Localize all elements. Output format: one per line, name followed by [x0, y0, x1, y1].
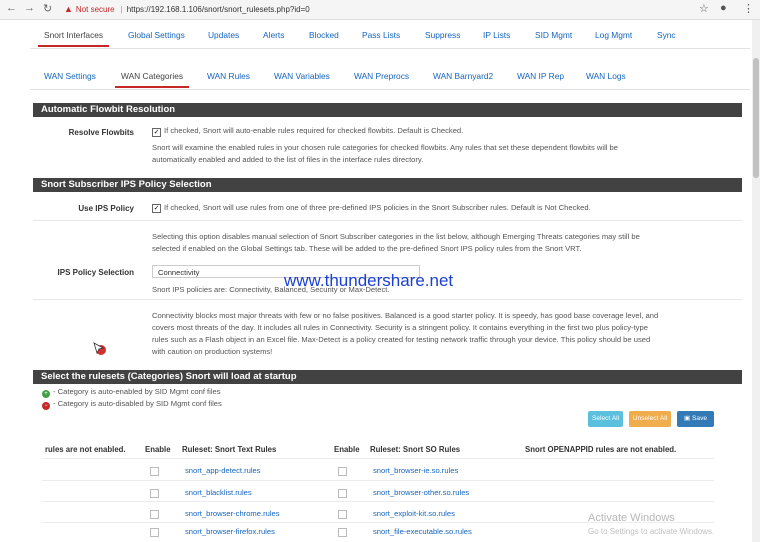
mouse-cursor-icon: [93, 342, 106, 355]
address-bar[interactable]: ▲ Not secure | https://192.168.1.106/snort/…: [64, 2, 714, 17]
text-rule-link[interactable]: snort_browser-firefox.rules: [185, 527, 275, 536]
account-icon[interactable]: ●: [720, 2, 727, 14]
so-rule-checkbox[interactable]: [338, 510, 347, 519]
legend-disabled: − - Category is auto-disabled by SID Mgmt…: [42, 399, 222, 410]
interface-tabs-divider: [30, 89, 750, 90]
url-text[interactable]: https://192.168.1.106/snort/snort_rulese…: [127, 5, 310, 14]
col-text-rules: Ruleset: Snort Text Rules: [182, 445, 277, 454]
tab-wan-barnyard2[interactable]: WAN Barnyard2: [433, 71, 493, 81]
tab-wan-logs[interactable]: WAN Logs: [586, 71, 626, 81]
flowbit-help-line-1: Snort will examine the enabled rules in …: [152, 143, 619, 152]
unselect-all-button[interactable]: Unselect All: [629, 411, 671, 427]
col-enable-text: Enable: [145, 445, 171, 454]
text-rule-link[interactable]: snort_blacklist.rules: [185, 488, 252, 497]
ips-help-line-1: Selecting this option disables manual se…: [152, 232, 640, 241]
so-rule-link[interactable]: snort_exploit-kit.so.rules: [373, 509, 455, 518]
warning-icon: ▲: [64, 4, 73, 14]
tab-global-settings[interactable]: Global Settings: [128, 30, 185, 40]
reload-icon[interactable]: ↻: [43, 2, 52, 15]
tab-snort-interfaces[interactable]: Snort Interfaces: [38, 30, 110, 47]
so-rule-link[interactable]: snort_browser-other.so.rules: [373, 488, 469, 497]
resolve-flowbits-checkbox[interactable]: ✓: [152, 128, 161, 137]
security-label: Not secure: [75, 5, 115, 14]
text-rule-checkbox[interactable]: [150, 489, 159, 498]
use-ips-policy-checkbox[interactable]: ✓: [152, 204, 161, 213]
so-rule-link[interactable]: snort_browser-ie.so.rules: [373, 466, 458, 475]
tab-wan-rules[interactable]: WAN Rules: [207, 71, 250, 81]
tab-wan-ip-rep[interactable]: WAN IP Rep: [517, 71, 564, 81]
tab-ip-lists[interactable]: IP Lists: [483, 30, 510, 40]
bookmark-star-icon[interactable]: ☆: [699, 2, 709, 15]
text-rule-checkbox[interactable]: [150, 528, 159, 537]
table-row: snort_app-detect.rules snort_browser-ie.…: [42, 459, 714, 481]
text-rule-link[interactable]: snort_browser-chrome.rules: [185, 509, 280, 518]
tab-wan-categories[interactable]: WAN Categories: [115, 71, 190, 88]
tab-wan-variables[interactable]: WAN Variables: [274, 71, 330, 81]
so-rule-checkbox[interactable]: [338, 467, 347, 476]
row-divider: [33, 299, 742, 300]
so-rule-checkbox[interactable]: [338, 528, 347, 537]
browser-toolbar: ← → ↻ ▲ Not secure | https://192.168.1.106/…: [0, 0, 760, 20]
so-rule-link[interactable]: snort_file-executable.so.rules: [373, 527, 472, 536]
col-enable-so: Enable: [334, 445, 360, 454]
minus-circle-icon: −: [42, 402, 50, 410]
tab-wan-preprocs[interactable]: WAN Preprocs: [354, 71, 409, 81]
ips-desc-line-3: rules such as a Flash object in an Excel…: [152, 335, 651, 344]
col-rules-not-enabled: rules are not enabled.: [45, 445, 126, 454]
save-button-label: Save: [692, 415, 708, 422]
tab-sid-mgmt[interactable]: SID Mgmt: [535, 30, 572, 40]
ips-desc-line-2: covers most threats of the day. It inclu…: [152, 323, 648, 332]
save-icon: ▣: [683, 415, 693, 422]
text-rule-checkbox[interactable]: [150, 510, 159, 519]
menu-dots-icon[interactable]: ⋮: [743, 2, 754, 15]
rulesets-panel-title: Select the rulesets (Categories) Snort w…: [33, 370, 742, 384]
tab-suppress[interactable]: Suppress: [425, 30, 460, 40]
back-arrow-icon[interactable]: ←: [6, 2, 17, 14]
url-separator: |: [120, 5, 123, 14]
ips-desc-line-4: with caution on production systems!: [152, 347, 273, 356]
activate-windows-subtitle: Go to Settings to activate Windows.: [588, 527, 715, 536]
text-rule-link[interactable]: snort_app-detect.rules: [185, 466, 261, 475]
page-scrollbar[interactable]: [752, 20, 760, 542]
tab-wan-settings[interactable]: WAN Settings: [44, 71, 96, 81]
legend-enabled: + - Category is auto-enabled by SID Mgmt …: [42, 387, 221, 398]
ips-panel-title: Snort Subscriber IPS Policy Selection: [33, 178, 742, 192]
resolve-flowbits-text: If checked, Snort will auto-enable rules…: [164, 126, 464, 135]
ips-help-line-2: selected if enabled on the Global Settin…: [152, 244, 582, 253]
ips-policy-selection-label: IPS Policy Selection: [57, 268, 134, 277]
ips-policy-selected-value: Connectivity: [158, 268, 200, 277]
watermark-text: www.thundershare.net: [284, 271, 454, 290]
plus-circle-icon: +: [42, 390, 50, 398]
tab-log-mgmt[interactable]: Log Mgmt: [595, 30, 632, 40]
use-ips-policy-text: If checked, Snort will use rules from on…: [164, 203, 591, 212]
table-row: snort_blacklist.rules snort_browser-othe…: [42, 481, 714, 503]
use-ips-policy-label: Use IPS Policy: [78, 204, 134, 213]
tab-sync[interactable]: Sync: [657, 30, 676, 40]
col-openappid: Snort OPENAPPID rules are not enabled.: [525, 445, 677, 454]
save-button[interactable]: ▣ Save: [677, 411, 714, 427]
activate-windows-title: Activate Windows: [588, 512, 675, 524]
tab-updates[interactable]: Updates: [208, 30, 239, 40]
text-rule-checkbox[interactable]: [150, 467, 159, 476]
legend-disabled-text: - Category is auto-disabled by SID Mgmt …: [53, 399, 222, 408]
so-rule-checkbox[interactable]: [338, 489, 347, 498]
tab-alerts[interactable]: Alerts: [263, 30, 284, 40]
tab-pass-lists[interactable]: Pass Lists: [362, 30, 400, 40]
col-so-rules: Ruleset: Snort SO Rules: [370, 445, 461, 454]
flowbit-help-line-2: automatically enabled and added to the l…: [152, 155, 424, 164]
main-tabs-divider: [30, 48, 750, 49]
resolve-flowbits-label: Resolve Flowbits: [68, 128, 134, 137]
tab-blocked[interactable]: Blocked: [309, 30, 339, 40]
flowbit-panel-title: Automatic Flowbit Resolution: [33, 103, 742, 117]
forward-arrow-icon[interactable]: →: [24, 2, 35, 14]
scrollbar-thumb[interactable]: [753, 58, 759, 178]
row-divider: [33, 220, 742, 221]
select-all-button[interactable]: Select All: [588, 411, 623, 427]
legend-enabled-text: - Category is auto-enabled by SID Mgmt c…: [53, 387, 221, 396]
ips-desc-line-1: Connectivity blocks most major threats w…: [152, 311, 659, 320]
